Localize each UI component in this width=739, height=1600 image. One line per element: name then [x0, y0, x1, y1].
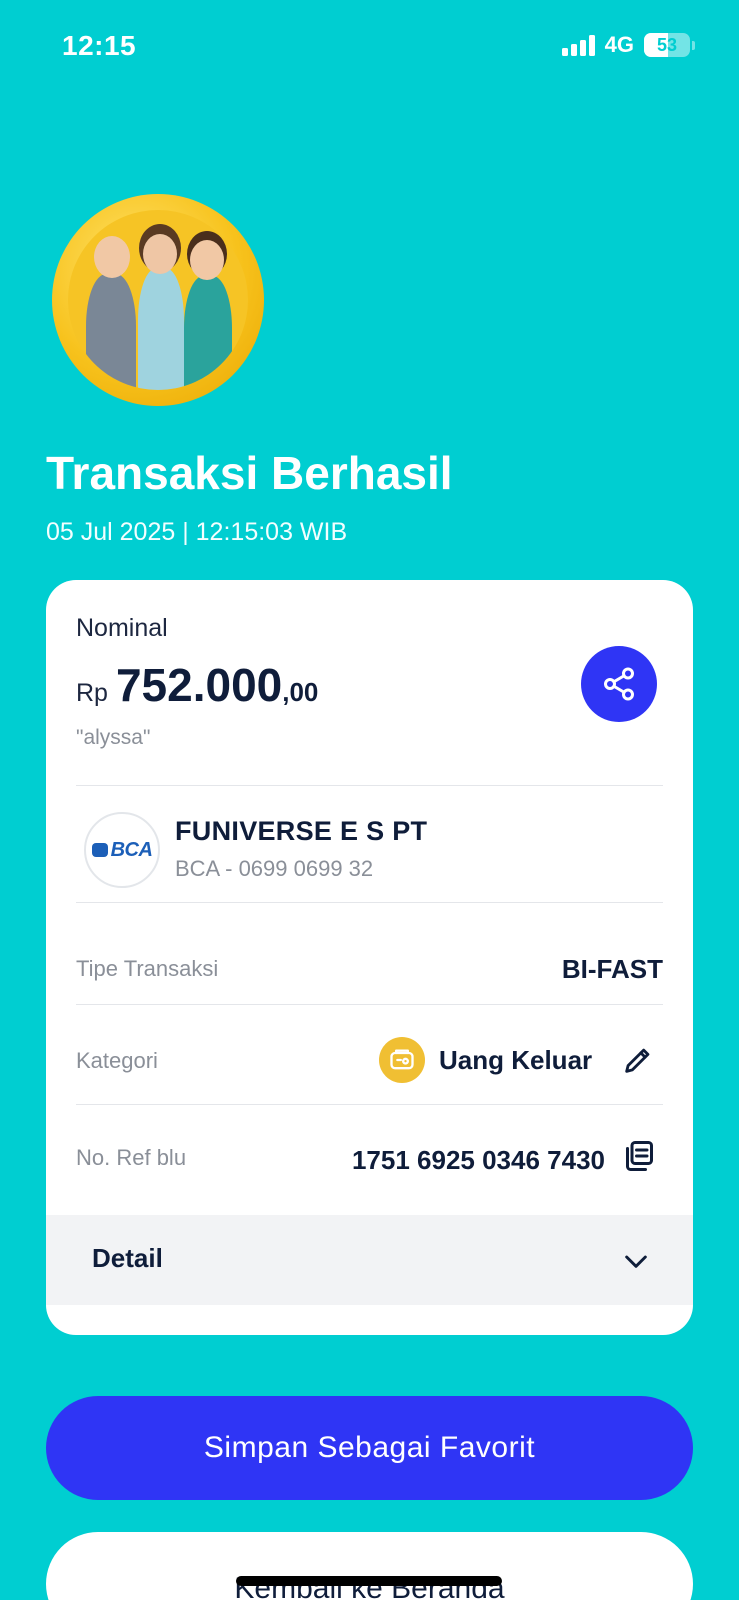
transaction-note: "alyssa" — [76, 726, 151, 749]
receipt-card: Nominal Rp 752.000 ,00 "alyssa" BCA FUNI… — [46, 580, 693, 1335]
copy-icon — [626, 1141, 653, 1171]
divider — [76, 902, 663, 903]
signal-icon — [561, 34, 595, 56]
pencil-icon — [625, 1048, 650, 1073]
status-time: 12:15 — [62, 30, 137, 61]
edit-category-button[interactable] — [618, 1040, 658, 1080]
category-value[interactable]: Uang Keluar — [439, 1045, 592, 1076]
success-illustration — [52, 194, 264, 406]
share-button[interactable] — [581, 646, 657, 722]
network-type: 4G — [604, 32, 634, 57]
divider — [76, 1004, 663, 1005]
recipient-name: FUNIVERSE E S PT — [175, 816, 428, 846]
share-icon — [604, 667, 634, 701]
bank-logo: BCA — [84, 812, 160, 888]
home-indicator — [236, 1576, 502, 1586]
transaction-type-value: BI-FAST — [561, 954, 663, 984]
status-bar: 12:15 4G 53 — [0, 0, 739, 96]
copy-reference-button[interactable] — [618, 1136, 658, 1176]
amount-currency: Rp — [76, 679, 108, 707]
category-label: Kategori — [76, 1048, 158, 1073]
amount-value: 752.000 — [115, 659, 283, 711]
divider — [76, 1104, 663, 1105]
battery-level: 53 — [656, 35, 678, 55]
transaction-type-label: Tipe Transaksi — [76, 956, 219, 981]
amount-decimal: ,00 — [282, 677, 319, 707]
detail-label: Detail — [92, 1243, 163, 1273]
save-favorite-button[interactable]: Simpan Sebagai Favorit — [46, 1396, 693, 1500]
recipient-account: BCA - 0699 0699 32 — [175, 856, 374, 881]
chevron-down-icon — [616, 1241, 656, 1281]
divider — [76, 785, 663, 786]
battery-icon: 53 — [644, 33, 690, 57]
status-indicators: 4G 53 — [561, 32, 695, 58]
wallet-icon — [379, 1037, 425, 1083]
page-title: Transaksi Berhasil — [46, 447, 453, 499]
back-to-home-button[interactable]: Kembali ke Beranda — [46, 1532, 693, 1600]
reference-label: No. Ref blu — [76, 1145, 187, 1170]
nominal-label: Nominal — [76, 614, 168, 642]
detail-toggle[interactable]: Detail — [46, 1215, 693, 1305]
amount: Rp 752.000 ,00 — [76, 658, 318, 712]
reference-value: 1751 6925 0346 7430 — [351, 1145, 605, 1175]
transaction-datetime: 05 Jul 2025 | 12:15:03 WIB — [46, 518, 348, 546]
